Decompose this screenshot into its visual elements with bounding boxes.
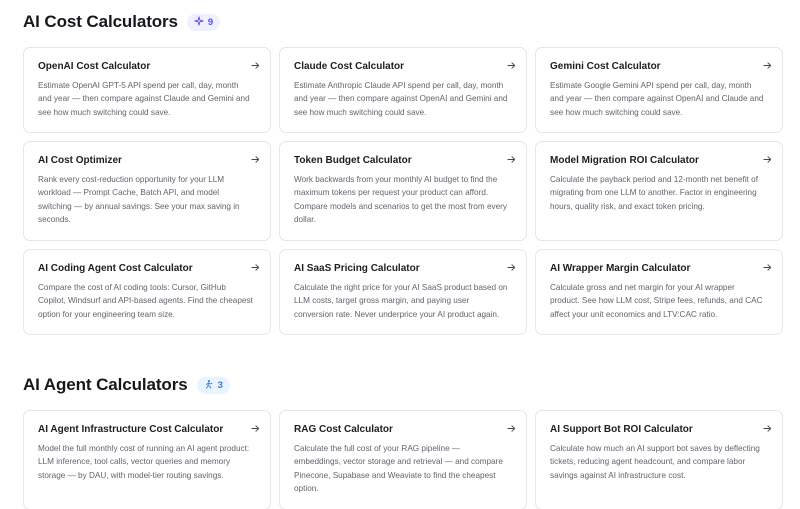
- card-title: AI Wrapper Margin Calculator: [550, 263, 691, 274]
- calculator-card[interactable]: Gemini Cost Calculator Estimate Google G…: [535, 47, 783, 133]
- arrow-right-icon: [251, 61, 260, 70]
- calculator-card[interactable]: Model Migration ROI Calculator Calculate…: [535, 141, 783, 241]
- calculator-card[interactable]: RAG Cost Calculator Calculate the full c…: [279, 410, 527, 509]
- card-description: Estimate Anthropic Claude API spend per …: [294, 81, 508, 117]
- card-description: Calculate gross and net margin for your …: [550, 283, 763, 319]
- arrow-right-icon: [507, 263, 516, 272]
- section-title: AI Cost Calculators: [23, 12, 178, 31]
- card-description: Estimate OpenAI GPT-5 API spend per call…: [38, 81, 250, 117]
- section-header-ai-agent: AI Agent Calculators 3: [23, 375, 230, 395]
- count-badge-value: 9: [207, 16, 214, 28]
- calculator-card[interactable]: AI Agent Infrastructure Cost Calculator …: [23, 410, 271, 509]
- card-title: AI Support Bot ROI Calculator: [550, 424, 693, 435]
- calculator-grid-ai-cost: OpenAI Cost Calculator Estimate OpenAI G…: [23, 47, 783, 335]
- arrow-right-icon: [507, 424, 516, 433]
- card-description: Work backwards from your monthly AI budg…: [294, 175, 507, 225]
- arrow-right-icon: [507, 61, 516, 70]
- calculator-card[interactable]: AI Coding Agent Cost Calculator Compare …: [23, 249, 271, 335]
- arrow-right-icon: [251, 263, 260, 272]
- calculator-card[interactable]: Claude Cost Calculator Estimate Anthropi…: [279, 47, 527, 133]
- arrow-right-icon: [763, 424, 772, 433]
- calculator-card[interactable]: AI SaaS Pricing Calculator Calculate the…: [279, 249, 527, 335]
- arrow-right-icon: [251, 424, 260, 433]
- card-title: Gemini Cost Calculator: [550, 61, 661, 72]
- calculator-card[interactable]: OpenAI Cost Calculator Estimate OpenAI G…: [23, 47, 271, 133]
- arrow-right-icon: [251, 155, 260, 164]
- card-description: Compare the cost of AI coding tools: Cur…: [38, 283, 253, 319]
- calculator-card[interactable]: AI Support Bot ROI Calculator Calculate …: [535, 410, 783, 509]
- card-title: Claude Cost Calculator: [294, 61, 405, 72]
- arrow-right-icon: [763, 61, 772, 70]
- card-description: Calculate the payback period and 12-mont…: [550, 175, 759, 211]
- card-title: AI SaaS Pricing Calculator: [294, 263, 420, 274]
- section-header-ai-cost: AI Cost Calculators 9: [23, 12, 221, 32]
- arrow-right-icon: [763, 263, 772, 272]
- calculator-card[interactable]: AI Wrapper Margin Calculator Calculate g…: [535, 249, 783, 335]
- card-title: RAG Cost Calculator: [294, 424, 393, 435]
- card-description: Model the full monthly cost of running a…: [38, 444, 250, 480]
- arrow-right-icon: [763, 155, 772, 164]
- card-description: Estimate Google Gemini API spend per cal…: [550, 81, 764, 117]
- count-badge-value: 3: [217, 379, 223, 391]
- card-title: Model Migration ROI Calculator: [550, 155, 699, 166]
- calculator-grid-ai-agent: AI Agent Infrastructure Cost Calculator …: [23, 410, 783, 509]
- card-title: Token Budget Calculator: [294, 155, 412, 166]
- agent-icon: [204, 379, 214, 392]
- calculator-card[interactable]: Token Budget Calculator Work backwards f…: [279, 141, 527, 241]
- card-title: AI Agent Infrastructure Cost Calculator: [38, 424, 224, 435]
- card-description: Rank every cost-reduction opportunity fo…: [38, 175, 240, 225]
- card-title: OpenAI Cost Calculator: [38, 61, 151, 72]
- calculator-card[interactable]: AI Cost Optimizer Rank every cost-reduct…: [23, 141, 271, 241]
- card-title: AI Cost Optimizer: [38, 155, 122, 166]
- card-description: Calculate how much an AI support bot sav…: [550, 444, 760, 480]
- count-badge: 3: [196, 376, 230, 394]
- sparkle-icon: [194, 15, 204, 29]
- count-badge: 9: [186, 13, 221, 31]
- arrow-right-icon: [507, 155, 516, 164]
- card-description: Calculate the right price for your AI Sa…: [294, 283, 508, 319]
- card-title: AI Coding Agent Cost Calculator: [38, 263, 193, 274]
- card-description: Calculate the full cost of your RAG pipe…: [294, 444, 503, 494]
- section-title: AI Agent Calculators: [23, 375, 188, 394]
